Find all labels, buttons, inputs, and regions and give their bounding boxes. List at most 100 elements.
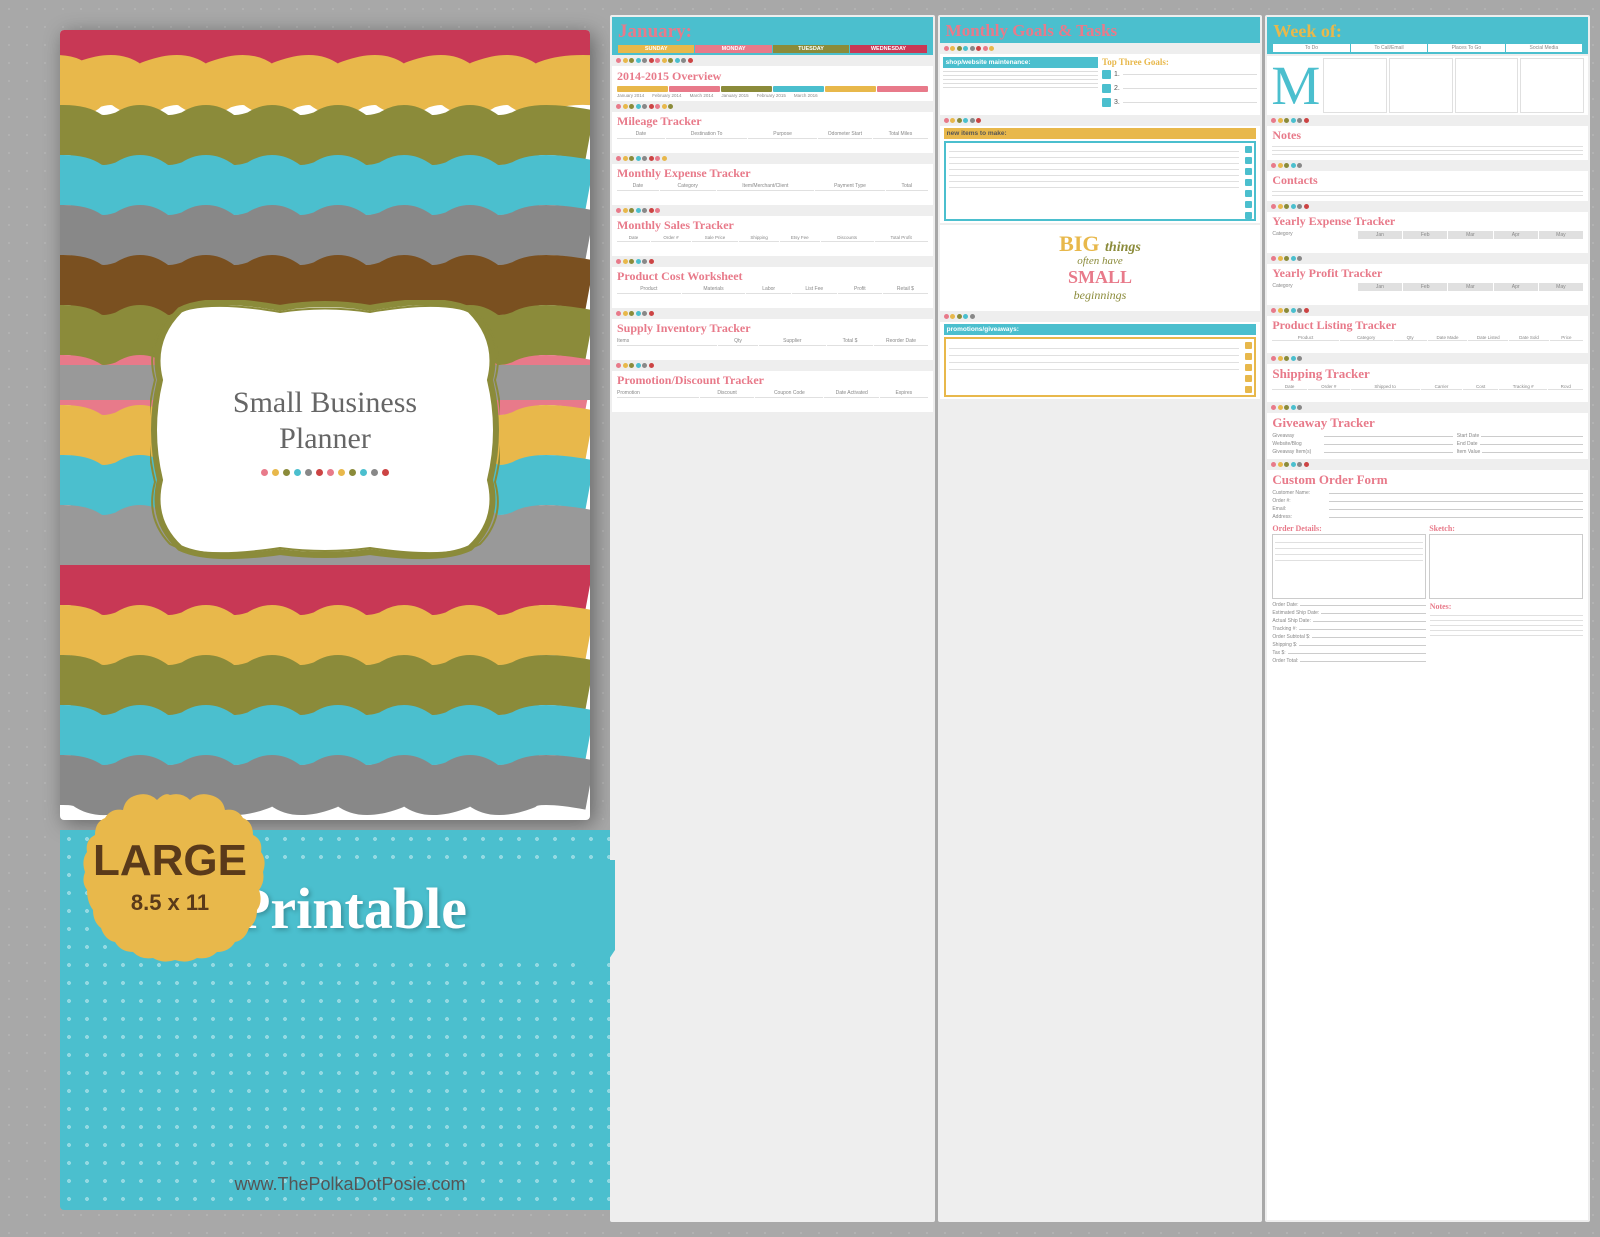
cal-col-sun: SUNDAY: [618, 45, 694, 53]
new-items-section: new items to make:: [940, 126, 1261, 223]
sketch-label: Sketch:: [1429, 524, 1583, 533]
dots-divider-2: [612, 103, 933, 110]
giveaway-right: Start Date End Date Item Value: [1457, 433, 1583, 457]
teal-banner: Printable: [215, 860, 615, 980]
yearly-expense-title: Yearly Expense Tracker: [1272, 214, 1583, 229]
week-col-call: To Call/Email: [1351, 44, 1427, 52]
cover-title: Small Business Planner: [233, 385, 417, 457]
dots-divider-r5: [1267, 307, 1588, 314]
goal-item-1: 1.: [1114, 71, 1120, 78]
expense-title: Monthly Expense Tracker: [617, 166, 928, 181]
subtotal-label: Order Subtotal $:: [1272, 634, 1310, 640]
expense-section: Monthly Expense Tracker Date Category It…: [612, 164, 933, 205]
dots-divider-3: [612, 155, 933, 162]
yearly-profit-title: Yearly Profit Tracker: [1272, 266, 1583, 281]
new-items-header: new items to make:: [944, 128, 1257, 139]
cover-image: Small Business Planner: [60, 30, 590, 820]
mileage-col-purpose: Purpose: [748, 131, 816, 139]
custom-order-section: Custom Order Form Customer Name: Order #…: [1267, 470, 1588, 1220]
svg-text:8.5 x 11: 8.5 x 11: [131, 890, 209, 915]
week-col-todo: To Do: [1273, 44, 1349, 52]
giveaway-start: Start Date: [1457, 433, 1480, 439]
form-address-label: Address:: [1272, 514, 1327, 520]
goal-item-2: 2.: [1114, 85, 1120, 92]
order-summary: Order Date: Estimated Ship Date: Actual …: [1272, 602, 1583, 666]
notes-section: Notes: [1267, 126, 1588, 160]
spacer-col1: [612, 414, 933, 1220]
order-notes-label: Notes:: [1430, 602, 1583, 611]
actual-ship-label: Actual Ship Date:: [1272, 618, 1311, 624]
mileage-section: Mileage Tracker Date Destination To Purp…: [612, 112, 933, 153]
scallop-svg: LARGE 8.5 x 11: [75, 790, 265, 980]
big-m-letter: M: [1271, 58, 1320, 113]
sketch-box: Sketch:: [1429, 524, 1583, 599]
top3-col: Top Three Goals: 1. 2.: [1102, 57, 1257, 112]
page-col-2: Monthly Goals & Tasks shop/website maint…: [938, 15, 1263, 1222]
goal-item-3: 3.: [1114, 99, 1120, 106]
notes-title: Notes: [1272, 128, 1583, 143]
order-notes-area: Notes:: [1430, 602, 1583, 666]
quote-section: BIG things often have SMALL beginnings: [940, 225, 1261, 311]
page-col-3: Week of: To Do To Call/Email Places To G…: [1265, 15, 1590, 1222]
january-section: January: SUNDAY MONDAY TUESDAY WEDNESDAY: [612, 17, 933, 55]
mileage-col-dest: Destination To: [666, 131, 748, 139]
sales-section: Monthly Sales Tracker Date Order # Sale …: [612, 216, 933, 256]
promos-section: promotions/giveaways:: [940, 322, 1261, 399]
dots-divider-r8: [1267, 461, 1588, 468]
order-details-area: [1272, 534, 1426, 599]
dots-divider-g3: [940, 313, 1261, 320]
spacer-col2: [940, 401, 1261, 1220]
giveaway-end: End Date: [1457, 441, 1478, 447]
week-content: M: [1267, 56, 1588, 115]
week-col-2: [1389, 58, 1453, 113]
shipping-section: Shipping Tracker Date Order # Shipped to…: [1267, 364, 1588, 402]
product-cost-title: Product Cost Worksheet: [617, 269, 928, 284]
week-col-3: [1455, 58, 1519, 113]
cover-title-line2: Planner: [279, 422, 371, 455]
overview-section: 2014-2015 Overview January 2014February …: [612, 66, 933, 101]
week-col-places: Places To Go: [1428, 44, 1504, 52]
sketch-area: [1429, 534, 1583, 599]
est-ship-label: Estimated Ship Date:: [1272, 610, 1319, 616]
custom-order-title: Custom Order Form: [1272, 472, 1583, 488]
giveaway-field-3: Giveaway Item(s): [1272, 449, 1322, 455]
dots-divider-r3: [1267, 203, 1588, 210]
product-listing-title: Product Listing Tracker: [1272, 318, 1583, 333]
supply-title: Supply Inventory Tracker: [617, 321, 928, 336]
shipping-title: Shipping Tracker: [1272, 366, 1583, 382]
shipping-cost-label: Shipping $:: [1272, 642, 1297, 648]
cal-col-wed: WEDNESDAY: [850, 45, 926, 53]
tax-label: Tax $:: [1272, 650, 1285, 656]
promo-section: Promotion/Discount Tracker Promotion Dis…: [612, 371, 933, 412]
sales-title: Monthly Sales Tracker: [617, 218, 928, 233]
giveaway-value: Item Value: [1457, 449, 1481, 455]
promos-header: promotions/giveaways:: [944, 324, 1257, 335]
dots-divider-4: [612, 207, 933, 214]
goals-content: shop/website maintenance: Top Three Goal…: [940, 54, 1261, 115]
page-col-1: January: SUNDAY MONDAY TUESDAY WEDNESDAY…: [610, 15, 935, 1222]
giveaway-field-2: Website/Blog: [1272, 441, 1322, 447]
order-detail-boxes: Order Details: Sketch:: [1272, 524, 1583, 599]
week-col-1: [1323, 58, 1387, 113]
dots-divider-5: [612, 258, 933, 265]
goal-checkbox-3: [1102, 98, 1111, 107]
top3-header: Top Three Goals:: [1102, 57, 1257, 67]
new-items-box: [944, 141, 1257, 221]
dots-divider-r1: [1267, 117, 1588, 124]
cal-col-mon: MONDAY: [695, 45, 771, 53]
svg-text:LARGE: LARGE: [93, 836, 247, 885]
website-url: www.ThePolkaDotPosie.com: [234, 1174, 465, 1195]
maintenance-header: shop/website maintenance:: [943, 57, 1098, 68]
giveaway-field-1: Giveaway: [1272, 433, 1322, 439]
week-col-4: [1520, 58, 1584, 113]
maintenance-col: shop/website maintenance:: [943, 57, 1098, 112]
week-of-header: Week of: To Do To Call/Email Places To G…: [1267, 17, 1588, 54]
week-cols-content: [1323, 58, 1584, 113]
dots-divider-7: [612, 362, 933, 369]
quote-big: BIG things: [946, 233, 1255, 255]
dots-divider-6: [612, 310, 933, 317]
dots-divider-r2: [1267, 162, 1588, 169]
printable-label: Printable: [235, 875, 467, 942]
order-total-label: Order Total:: [1272, 658, 1298, 664]
quote-small-text: SMALL: [946, 267, 1255, 288]
